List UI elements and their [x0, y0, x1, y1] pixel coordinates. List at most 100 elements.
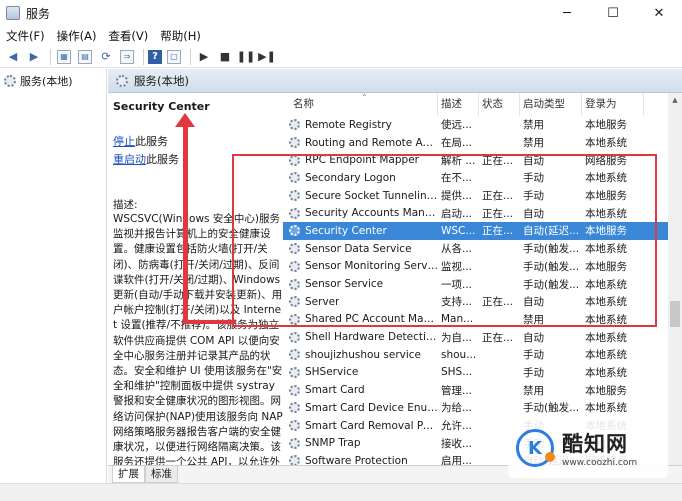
- service-description-cell: 解析 ...: [441, 154, 476, 167]
- restart-service-icon[interactable]: ▶❚: [258, 48, 276, 66]
- stop-service-icon[interactable]: ■: [216, 48, 234, 66]
- list-header: ⌃ 名称 描述 状态 启动类型 登录为: [283, 93, 668, 116]
- show-hide-console-tree-icon[interactable]: ▦: [57, 49, 71, 64]
- column-header-startup-type[interactable]: 启动类型: [520, 93, 582, 116]
- service-row[interactable]: Server 支持... 正在... 自动 本地系统: [283, 293, 668, 311]
- maximize-button[interactable]: ☐: [590, 0, 636, 26]
- start-service-icon[interactable]: ▶: [195, 48, 213, 66]
- service-row[interactable]: Secure Socket Tunneling ... 提供... 正在... 手动 本…: [283, 187, 668, 205]
- list-rows: Remote Registry 使远... 禁用 本地服务 Routing and Re…: [283, 116, 668, 465]
- service-log-on-as-cell: 本地服务: [585, 119, 627, 132]
- sort-ascending-icon: ⌃: [361, 93, 368, 102]
- gear-icon: [289, 260, 300, 272]
- tab-standard[interactable]: 标准: [145, 466, 178, 483]
- service-row[interactable]: Security Accounts Manag... 启动... 正在... 自动 本地…: [283, 204, 668, 222]
- tab-extended[interactable]: 扩展: [112, 466, 145, 483]
- service-log-on-as-cell: 网络服务: [585, 154, 627, 167]
- service-name-cell: Sensor Monitoring Service: [283, 260, 438, 272]
- panel-header: 服务(本地): [108, 69, 682, 93]
- service-row[interactable]: Routing and Remote Acc... 在局... 禁用 本地系统: [283, 134, 668, 152]
- close-button[interactable]: ✕: [636, 0, 682, 26]
- gear-icon: [289, 420, 300, 432]
- menu-action[interactable]: 操作(A): [51, 28, 103, 44]
- pause-service-icon[interactable]: ❚❚: [237, 48, 255, 66]
- export-list-icon[interactable]: ⇒: [120, 49, 134, 64]
- service-name: Server: [305, 295, 340, 308]
- service-name: Sensor Monitoring Service: [305, 260, 438, 273]
- refresh-icon[interactable]: ⟳: [97, 48, 115, 66]
- console-tree: 服务(本地): [0, 69, 107, 501]
- service-row[interactable]: Shared PC Account Mana... Man... 禁用 本地系统: [283, 311, 668, 329]
- service-name-cell: Shell Hardware Detection: [283, 331, 438, 343]
- tree-item-services-local[interactable]: 服务(本地): [0, 71, 106, 91]
- service-name: SNMP Trap: [305, 437, 361, 450]
- gear-icon: [289, 437, 300, 449]
- column-header-description[interactable]: 描述: [438, 93, 479, 116]
- service-name-cell: Server: [283, 296, 438, 308]
- service-row[interactable]: Security Center WSC... 正在... 自动(延迟... 本地服务: [283, 222, 668, 240]
- service-row[interactable]: Shell Hardware Detection 为自... 正在... 自动 本地系统: [283, 328, 668, 346]
- service-description-cell: SHS...: [441, 366, 473, 379]
- minimize-button[interactable]: ─: [544, 0, 590, 26]
- service-row[interactable]: Smart Card 管理... 禁用 本地服务: [283, 381, 668, 399]
- service-name: Shared PC Account Mana...: [305, 313, 438, 326]
- service-startup-type-cell: 手动: [523, 172, 544, 185]
- action-pane-icon[interactable]: ▢: [167, 49, 181, 64]
- service-name-cell: Smart Card Removal Poli...: [283, 420, 438, 432]
- gear-icon: [289, 331, 300, 343]
- service-log-on-as-cell: 本地系统: [585, 137, 627, 150]
- scroll-up-icon[interactable]: ▲: [668, 93, 682, 107]
- gear-icon: [289, 207, 300, 219]
- watermark-text: 酷知网 www.coozhi.com: [562, 428, 637, 468]
- service-name: Security Center: [305, 224, 387, 237]
- service-name: shoujizhushou service: [305, 348, 422, 361]
- service-description-cell: 一项...: [441, 278, 473, 291]
- service-row[interactable]: Remote Registry 使远... 禁用 本地服务: [283, 116, 668, 134]
- watermark-brand: 酷知网: [562, 432, 628, 456]
- description-label: 描述:: [113, 199, 138, 211]
- window-title: 服务: [26, 6, 51, 21]
- service-log-on-as-cell: 本地服务: [585, 225, 627, 238]
- service-row[interactable]: Secondary Logon 在不... 手动 本地系统: [283, 169, 668, 187]
- service-name-cell: Sensor Data Service: [283, 243, 438, 255]
- service-log-on-as-cell: 本地服务: [585, 260, 627, 273]
- service-startup-type-cell: 手动: [523, 366, 544, 379]
- coozhi-logo-icon: K: [516, 429, 555, 467]
- service-row[interactable]: Sensor Data Service 从各... 手动(触发... 本地系统: [283, 240, 668, 258]
- menu-view[interactable]: 查看(V): [102, 28, 154, 44]
- service-row[interactable]: SHService SHS... 手动 本地系统: [283, 364, 668, 382]
- service-description-cell: 监视...: [441, 260, 473, 273]
- column-header-log-on-as[interactable]: 登录为: [582, 93, 644, 116]
- service-row[interactable]: RPC Endpoint Mapper 解析 ... 正在... 自动 网络服务: [283, 151, 668, 169]
- help-icon[interactable]: ?: [148, 49, 162, 64]
- service-startup-type-cell: 自动: [523, 207, 544, 220]
- service-name-cell: Smart Card Device Enum...: [283, 402, 438, 414]
- service-row[interactable]: Smart Card Device Enum... 为给... 手动(触发... 本地…: [283, 399, 668, 417]
- service-startup-type-cell: 自动: [523, 296, 544, 309]
- service-startup-type-cell: 禁用: [523, 313, 544, 326]
- service-description-cell: 在局...: [441, 137, 473, 150]
- stop-service-link[interactable]: 停止: [113, 135, 135, 148]
- forward-arrow-icon[interactable]: ▶: [25, 48, 43, 66]
- scrollbar-thumb[interactable]: [670, 301, 680, 327]
- menu-help[interactable]: 帮助(H): [154, 28, 207, 44]
- properties-icon[interactable]: ▤: [78, 49, 92, 64]
- service-row[interactable]: Sensor Service 一项... 手动(触发... 本地系统: [283, 275, 668, 293]
- vertical-scrollbar[interactable]: ▲: [668, 93, 682, 465]
- service-name: Sensor Service: [305, 278, 384, 291]
- back-arrow-icon[interactable]: ◀: [4, 48, 22, 66]
- restart-service-link[interactable]: 重启动: [113, 153, 146, 166]
- service-row[interactable]: Sensor Monitoring Service 监视... 手动(触发... 本地…: [283, 258, 668, 276]
- service-startup-type-cell: 手动: [523, 190, 544, 203]
- menu-file[interactable]: 文件(F): [0, 28, 51, 44]
- service-description-cell: 启用...: [441, 455, 473, 465]
- service-row[interactable]: shoujizhushou service shou... 手动 本地系统: [283, 346, 668, 364]
- service-name: Sensor Data Service: [305, 242, 412, 255]
- service-startup-type-cell: 手动(触发...: [523, 260, 580, 273]
- service-description-cell: 允许...: [441, 420, 473, 433]
- gear-icon: [289, 384, 300, 396]
- service-startup-type-cell: 手动: [523, 349, 544, 362]
- column-header-status[interactable]: 状态: [479, 93, 520, 116]
- service-name: Shell Hardware Detection: [305, 331, 438, 344]
- service-log-on-as-cell: 本地系统: [585, 349, 627, 362]
